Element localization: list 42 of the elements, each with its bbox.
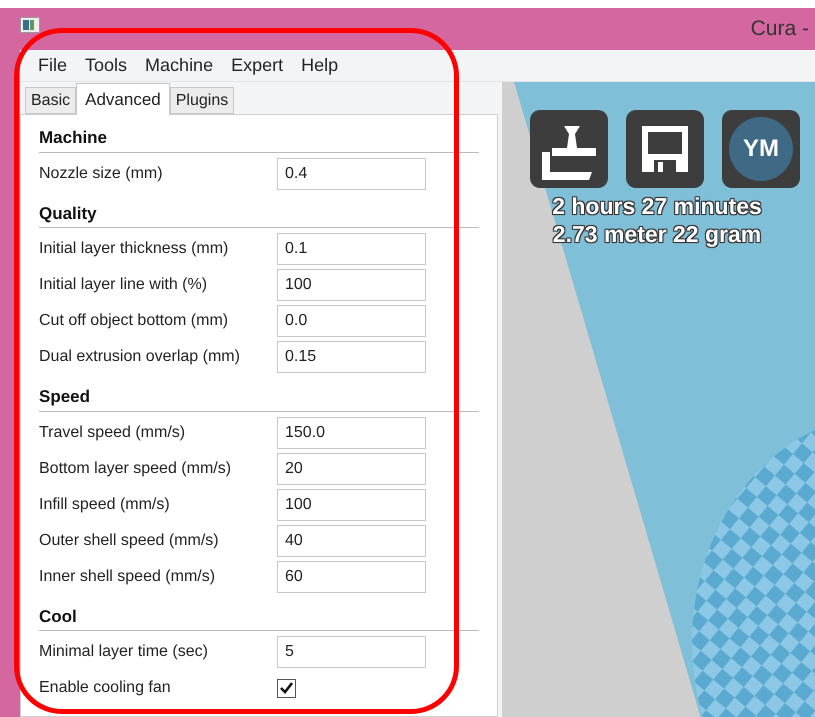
section-heading: Quality — [39, 200, 479, 228]
input-field[interactable]: 0.1 — [277, 233, 426, 265]
setting-label: Initial layer thickness (mm) — [39, 239, 230, 259]
menu-item[interactable]: Machine — [137, 52, 222, 79]
setting-label: Infill speed (mm/s) — [39, 494, 171, 514]
input-field[interactable]: 60 — [277, 560, 426, 592]
input-field[interactable]: 20 — [277, 452, 426, 484]
setting-label: Cut off object bottom (mm) — [39, 311, 230, 331]
setting-label: Enable cooling fan — [39, 678, 172, 698]
input-field[interactable]: 5 — [277, 636, 426, 668]
save-icon[interactable] — [626, 110, 704, 188]
setting-label: Minimal layer time (sec) — [39, 642, 209, 662]
section-heading: Machine — [39, 125, 479, 152]
setting-label: Outer shell speed (mm/s) — [39, 530, 220, 550]
section-heading: Speed — [39, 384, 479, 412]
menu-item[interactable]: Tools — [77, 52, 136, 79]
section-heading: Cool — [39, 604, 479, 631]
menu-item[interactable]: Expert — [223, 52, 292, 79]
setting-label: Bottom layer speed (mm/s) — [39, 458, 232, 478]
print-time-text: 2 hours 27 minutes — [552, 192, 762, 220]
input-field[interactable]: 150.0 — [277, 416, 426, 448]
setting-label: Initial layer line with (%) — [39, 275, 208, 295]
input-field[interactable]: 0.15 — [277, 341, 426, 373]
app-icon — [20, 17, 40, 33]
youmagine-button[interactable]: YM — [722, 110, 800, 188]
input-field[interactable]: 0.4 — [277, 158, 426, 190]
tab[interactable]: Advanced — [76, 83, 170, 115]
setting-label: Inner shell speed (mm/s) — [39, 566, 216, 586]
menu-item[interactable]: File — [30, 52, 76, 79]
setting-label: Nozzle size (mm) — [39, 164, 164, 184]
input-field[interactable]: 100 — [277, 488, 426, 520]
setting-label: Dual extrusion overlap (mm) — [39, 347, 241, 367]
input-field[interactable]: 40 — [277, 524, 426, 556]
tab[interactable]: Plugins — [170, 87, 234, 114]
setting-label: Travel speed (mm/s) — [39, 422, 186, 442]
load-model-icon[interactable] — [530, 110, 608, 188]
input-field[interactable]: 0.0 — [277, 305, 426, 337]
menu-item[interactable]: Help — [293, 52, 346, 79]
input-field[interactable]: 100 — [277, 269, 426, 301]
tab[interactable]: Basic — [25, 87, 76, 114]
checkbox[interactable] — [277, 678, 296, 698]
window-title: Cura - — [750, 16, 810, 42]
